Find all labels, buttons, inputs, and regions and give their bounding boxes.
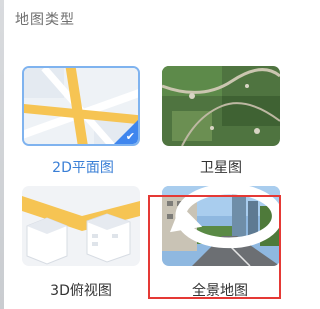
map-type-2d-label: 2D平面图 — [52, 160, 114, 176]
check-icon: ✔ — [125, 130, 135, 143]
satellite-thumbnail — [162, 66, 280, 146]
map-type-satellite-tile[interactable] — [162, 66, 280, 146]
map-type-2d-tile[interactable]: ✔ — [22, 66, 140, 146]
panel-title: 地图类型 — [15, 12, 75, 28]
map-3d-thumbnail — [22, 186, 140, 266]
map-type-satellite-label: 卫星图 — [200, 160, 242, 176]
map-type-3d-tile[interactable] — [22, 186, 140, 266]
background-edge — [0, 0, 4, 309]
highlight-annotation-box — [148, 195, 281, 299]
map-type-3d-label: 3D俯视图 — [50, 283, 112, 299]
